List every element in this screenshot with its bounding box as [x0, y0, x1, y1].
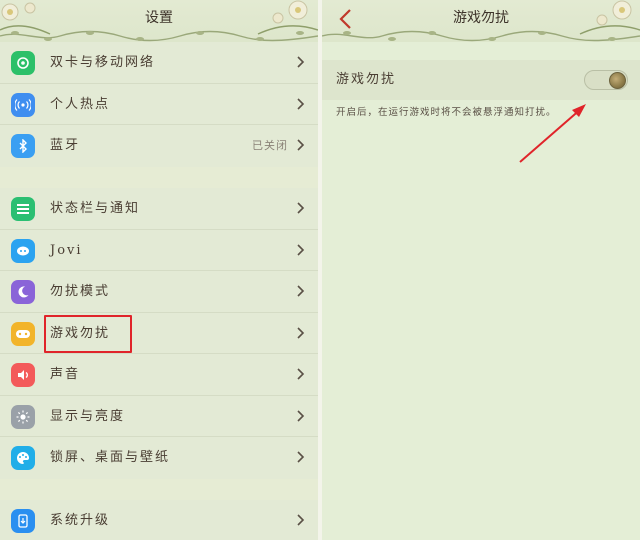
chevron-right-icon — [297, 514, 305, 526]
settings-title: 设置 — [145, 10, 173, 26]
settings-item-dual-sim[interactable]: 双卡与移动网络 — [0, 42, 318, 84]
toggle-knob — [609, 72, 626, 89]
settings-item-status-bar[interactable]: 状态栏与通知 — [0, 188, 318, 230]
palette-icon — [11, 446, 35, 470]
chevron-right-icon — [297, 202, 305, 214]
flower-decoration-right — [579, 0, 640, 35]
settings-item-display[interactable]: 显示与亮度 — [0, 396, 318, 437]
settings-item-label: 声音 — [50, 367, 81, 382]
flower-decoration-right — [257, 0, 318, 35]
back-arrow-icon[interactable] — [334, 6, 360, 32]
settings-item-do-not-disturb[interactable]: 勿扰模式 — [0, 271, 318, 313]
settings-group-system: 系统升级 — [0, 500, 318, 540]
chevron-right-icon — [297, 139, 305, 151]
settings-screen: 设置 双卡与移动网络 个人热点 蓝牙 已关闭 状态栏与通知 Jovi 勿扰模式 … — [0, 0, 318, 540]
settings-item-label: 蓝牙 — [50, 138, 81, 153]
settings-item-label: Jovi — [50, 242, 83, 258]
settings-item-sound[interactable]: 声音 — [0, 354, 318, 396]
game-dnd-header: 游戏勿扰 — [322, 0, 640, 42]
chevron-right-icon — [297, 285, 305, 297]
chevron-right-icon — [297, 409, 305, 422]
game-dnd-screen: 游戏勿扰 游戏勿扰 开启后，在运行游戏时将不会被悬浮通知打扰。 — [322, 0, 640, 540]
bluetooth-status: 已关闭 — [252, 139, 288, 152]
settings-item-hotspot[interactable]: 个人热点 — [0, 84, 318, 125]
flower-decoration-left — [0, 2, 51, 35]
chevron-right-icon — [297, 97, 305, 110]
settings-item-bluetooth[interactable]: 蓝牙 已关闭 — [0, 125, 318, 167]
settings-item-label: 显示与亮度 — [50, 408, 126, 424]
gamepad-icon — [11, 321, 35, 346]
settings-header: 设置 — [0, 0, 318, 42]
settings-item-lockscreen[interactable]: 锁屏、桌面与壁纸 — [0, 437, 318, 479]
settings-item-label: 状态栏与通知 — [50, 201, 141, 216]
chevron-right-icon — [297, 56, 305, 68]
settings-item-label: 锁屏、桌面与壁纸 — [50, 450, 171, 465]
moon-icon — [11, 280, 35, 304]
game-dnd-title: 游戏勿扰 — [453, 10, 509, 26]
chevron-right-icon — [297, 243, 305, 256]
settings-item-label: 系统升级 — [50, 513, 111, 528]
brightness-icon — [11, 404, 35, 429]
chevron-right-icon — [297, 451, 305, 463]
jovi-icon — [11, 238, 35, 263]
annotation-arrow — [519, 104, 586, 163]
game-dnd-setting-label: 游戏勿扰 — [336, 72, 397, 87]
chevron-right-icon — [297, 368, 305, 380]
system-update-icon — [11, 509, 35, 533]
settings-item-label: 个人热点 — [50, 96, 111, 112]
settings-item-system-update[interactable]: 系统升级 — [0, 500, 318, 540]
game-dnd-toggle[interactable] — [584, 70, 628, 90]
hotspot-icon — [11, 92, 35, 117]
settings-group-connectivity: 双卡与移动网络 个人热点 蓝牙 已关闭 — [0, 42, 318, 167]
settings-item-jovi[interactable]: Jovi — [0, 230, 318, 271]
speaker-icon — [11, 363, 35, 387]
highlight-annotation-box — [44, 315, 132, 353]
network-icon — [11, 51, 35, 75]
settings-item-label: 双卡与移动网络 — [50, 55, 156, 70]
notification-bar-icon — [11, 197, 35, 221]
chevron-right-icon — [297, 326, 305, 339]
game-dnd-setting-row: 游戏勿扰 — [322, 60, 640, 100]
settings-item-label: 勿扰模式 — [50, 284, 111, 299]
bluetooth-icon — [11, 134, 35, 158]
